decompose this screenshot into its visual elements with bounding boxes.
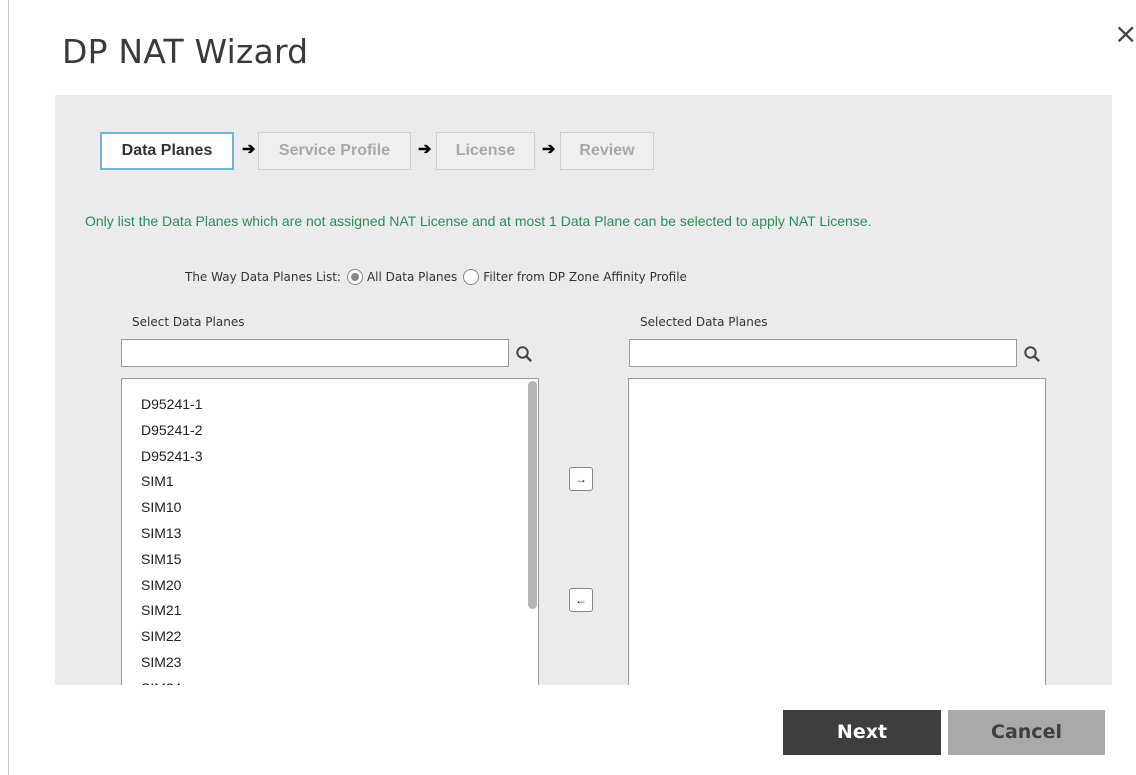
available-data-planes-list[interactable]: D95241-1 D95241-2 D95241-3 SIM1 SIM10 SIM13 SI…: [121, 378, 539, 685]
step-arrow-icon: ➔: [418, 141, 432, 158]
list-item[interactable]: D95241-1: [122, 392, 538, 418]
cancel-button[interactable]: Cancel: [948, 710, 1105, 755]
radio-all-data-planes-label[interactable]: All Data Planes: [367, 270, 457, 284]
left-edge-divider: [8, 0, 9, 775]
radio-all-data-planes[interactable]: [346, 269, 363, 285]
step-service-profile[interactable]: Service Profile: [258, 132, 411, 170]
selected-data-planes-list[interactable]: [628, 378, 1046, 685]
radio-filter-affinity-profile[interactable]: [463, 269, 480, 285]
list-mode-label: The Way Data Planes List:: [185, 270, 341, 284]
selected-list-items: [629, 379, 1045, 392]
list-item[interactable]: SIM1: [122, 469, 538, 495]
next-button[interactable]: Next: [783, 710, 941, 755]
step-review[interactable]: Review: [560, 132, 654, 170]
available-list-items: D95241-1 D95241-2 D95241-3 SIM1 SIM10 SIM13 SI…: [122, 379, 538, 685]
selected-search-input[interactable]: [629, 339, 1017, 367]
search-icon[interactable]: [515, 345, 533, 363]
search-icon[interactable]: [1023, 345, 1041, 363]
selected-data-planes-label: Selected Data Planes: [640, 315, 768, 329]
step-license[interactable]: License: [436, 132, 535, 170]
radio-filter-affinity-profile-label[interactable]: Filter from DP Zone Affinity Profile: [483, 270, 687, 284]
list-item[interactable]: SIM22: [122, 624, 538, 650]
step-arrow-icon: ➔: [242, 141, 256, 158]
list-item[interactable]: SIM23: [122, 650, 538, 676]
select-search-input[interactable]: [121, 339, 509, 367]
list-item[interactable]: SIM21: [122, 598, 538, 624]
list-item[interactable]: SIM20: [122, 573, 538, 599]
list-item[interactable]: SIM15: [122, 547, 538, 573]
list-item[interactable]: SIM13: [122, 521, 538, 547]
list-item[interactable]: SIM10: [122, 495, 538, 521]
add-selected-button[interactable]: →: [569, 467, 593, 491]
list-mode-row: The Way Data Planes List: All Data Plane…: [185, 269, 687, 285]
step-data-planes[interactable]: Data Planes: [100, 132, 234, 170]
list-item[interactable]: D95241-3: [122, 444, 538, 470]
wizard-panel: Data Planes ➔ Service Profile ➔ License …: [55, 95, 1112, 685]
step-arrow-icon: ➔: [542, 141, 556, 158]
close-icon[interactable]: ×: [1114, 20, 1136, 48]
scrollbar-thumb[interactable]: [528, 381, 537, 609]
remove-selected-button[interactable]: ←: [569, 588, 593, 612]
list-item[interactable]: SIM24: [122, 676, 538, 685]
select-data-planes-label: Select Data Planes: [132, 315, 245, 329]
notice-text: Only list the Data Planes which are not …: [85, 213, 872, 229]
dialog-title: DP NAT Wizard: [62, 32, 309, 71]
list-item[interactable]: D95241-2: [122, 418, 538, 444]
